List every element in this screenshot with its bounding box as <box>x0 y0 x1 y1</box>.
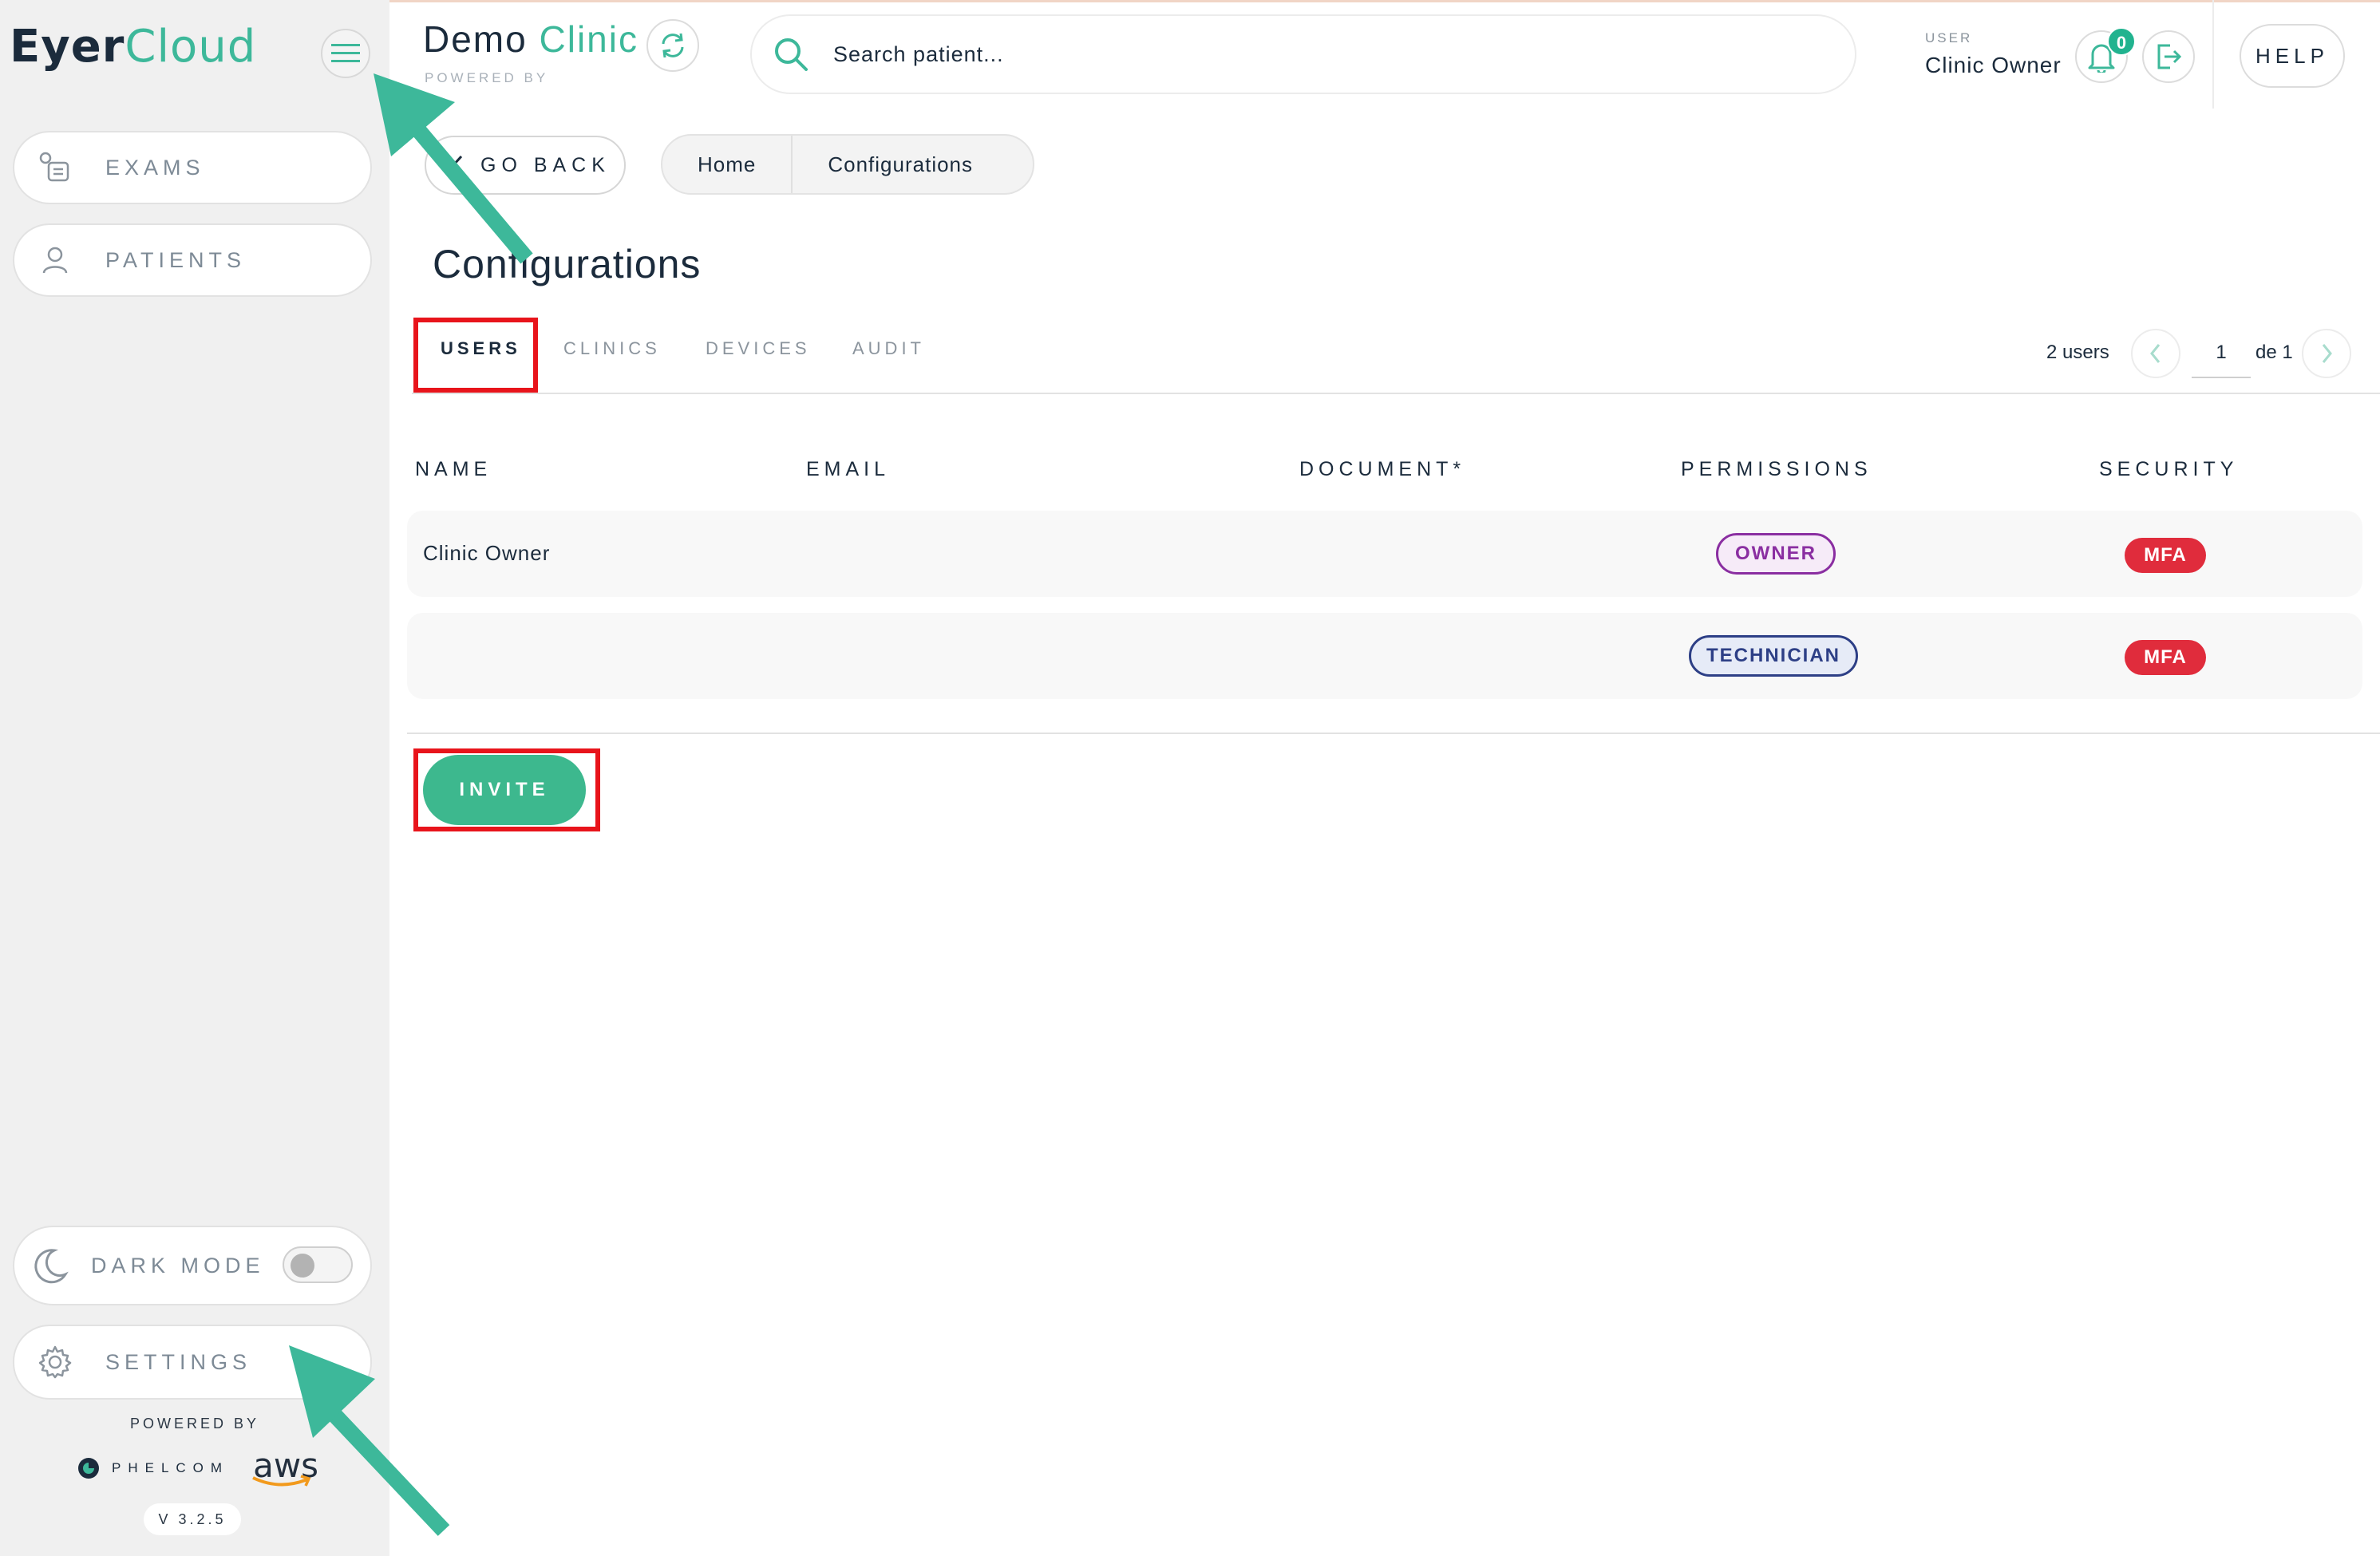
breadcrumb-current: Configurations <box>828 152 974 176</box>
sidebar-item-settings[interactable]: SETTINGS <box>13 1325 372 1400</box>
users-count: 2 users <box>2046 342 2109 363</box>
tab-clinics[interactable]: CLINICS <box>563 338 661 359</box>
chevron-left-icon <box>2150 344 2161 363</box>
user-caption: USER <box>1925 30 1973 45</box>
dark-mode-label: DARK MODE <box>91 1253 265 1278</box>
column-header-security: SECURITY <box>2099 458 2239 480</box>
gear-icon <box>35 1342 75 1382</box>
sidebar-item-patients[interactable]: PATIENTS <box>13 223 372 297</box>
app-logo[interactable]: EyerCloud <box>10 21 256 73</box>
user-name-cell: Clinic Owner <box>423 541 551 565</box>
tab-devices[interactable]: DEVICES <box>706 338 811 359</box>
logo-text-eyer: Eyer <box>10 21 125 73</box>
powered-by-caption: POWERED BY <box>425 70 549 85</box>
user-name: Clinic Owner <box>1925 53 2062 77</box>
search-input[interactable] <box>833 41 1711 67</box>
help-button[interactable]: HELP <box>2240 24 2345 88</box>
prev-page-button[interactable] <box>2131 329 2180 378</box>
partner-logos: PHELCOM aws <box>77 1446 318 1491</box>
sidebar-item-label: PATIENTS <box>105 247 247 272</box>
clinic-title: Demo Clinic <box>423 18 638 61</box>
search-bar[interactable] <box>750 14 1856 94</box>
logout-button[interactable] <box>2142 30 2195 83</box>
aws-smile-icon <box>252 1475 311 1487</box>
page-title: Configurations <box>433 242 702 286</box>
page-number-input[interactable] <box>2192 329 2251 378</box>
table-row[interactable]: TECHNICIAN MFA <box>407 613 2362 699</box>
top-accent-line <box>389 0 2380 2</box>
sidebar-item-label: SETTINGS <box>105 1349 252 1374</box>
column-header-email: EMAIL <box>806 458 891 480</box>
notification-count-badge: 0 <box>2107 27 2136 56</box>
header-divider <box>2212 0 2214 109</box>
breadcrumb: Home Configurations <box>661 134 1034 195</box>
powered-by-label: POWERED BY <box>129 1416 260 1432</box>
patient-icon <box>35 240 75 280</box>
go-back-button[interactable]: GO BACK <box>425 136 626 195</box>
highlight-box-invite-button <box>413 748 600 831</box>
sidebar-item-label: EXAMS <box>105 155 205 180</box>
exams-icon <box>35 148 75 188</box>
hamburger-icon <box>331 44 360 62</box>
next-page-button[interactable] <box>2302 329 2351 378</box>
menu-toggle-button[interactable] <box>321 29 370 78</box>
permission-badge-technician: TECHNICIAN <box>1689 635 1858 677</box>
phelcom-logo-icon <box>78 1458 99 1479</box>
table-divider <box>407 733 2380 734</box>
page-total: de 1 <box>2255 342 2293 363</box>
chevron-left-icon <box>451 155 463 176</box>
refresh-icon <box>662 33 684 58</box>
app-version: V 3.2.5 <box>144 1503 241 1535</box>
mfa-badge: MFA <box>2125 640 2206 675</box>
breadcrumb-home[interactable]: Home <box>662 136 793 193</box>
dark-mode-row: DARK MODE <box>13 1226 372 1305</box>
permission-badge-owner: OWNER <box>1716 533 1836 575</box>
table-row[interactable]: Clinic Owner OWNER MFA <box>407 511 2362 597</box>
sidebar: EyerCloud EXAMS PATIENTS DARK MODE SETTI… <box>0 0 389 1556</box>
go-back-label: GO BACK <box>480 153 611 176</box>
mfa-badge: MFA <box>2125 538 2206 573</box>
clinic-title-part1: Demo <box>423 18 528 60</box>
switch-clinic-button[interactable] <box>646 19 699 72</box>
search-icon <box>775 38 808 71</box>
column-header-name: NAME <box>415 458 492 480</box>
sidebar-item-exams[interactable]: EXAMS <box>13 131 372 204</box>
column-header-document: DOCUMENT* <box>1299 458 1466 480</box>
tabs-divider <box>412 393 2380 394</box>
logout-icon <box>2157 44 2182 69</box>
moon-icon <box>30 1246 70 1285</box>
column-header-permissions: PERMISSIONS <box>1681 458 1872 480</box>
toggle-knob <box>291 1254 314 1278</box>
tab-audit[interactable]: AUDIT <box>852 338 925 359</box>
dark-mode-toggle[interactable] <box>283 1246 353 1283</box>
phelcom-logo-text: PHELCOM <box>112 1460 230 1475</box>
logo-text-cloud: Cloud <box>125 21 257 73</box>
aws-logo: aws <box>250 1446 318 1491</box>
clinic-title-part2: Clinic <box>539 18 638 60</box>
chevron-right-icon <box>2322 344 2332 363</box>
highlight-box-users-tab <box>413 318 538 393</box>
